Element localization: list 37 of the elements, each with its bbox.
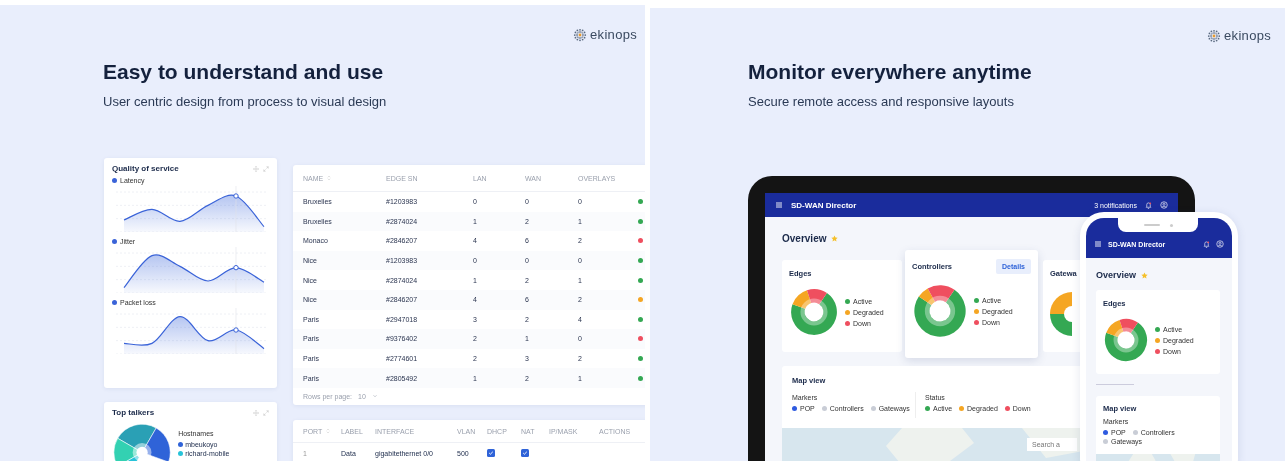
series-dot [112, 239, 117, 244]
card-title: Top talkers [112, 408, 155, 417]
starburst-logo-icon [1207, 28, 1222, 43]
expand-icon [263, 165, 269, 172]
move-icon [253, 165, 259, 172]
user-icon [1160, 201, 1168, 209]
brand-logo-text: ekinops [1224, 28, 1271, 43]
page-title: Overview [1096, 270, 1137, 280]
series-dot [112, 300, 117, 305]
donut-chart-drawing [789, 287, 839, 337]
star-icon [1141, 271, 1149, 279]
headline: Easy to understand and use [103, 60, 385, 84]
move-icon [253, 409, 259, 416]
checkbox[interactable] [521, 449, 529, 457]
donut-chart-drawing [1103, 317, 1149, 363]
headline: Monitor everywhere anytime [748, 60, 1032, 84]
page-title: Overview [782, 233, 827, 244]
starburst-logo-icon [573, 27, 588, 42]
subheadline: User centric design from process to visual design [103, 94, 387, 109]
card-title: Quality of service [112, 164, 179, 173]
bell-icon [1203, 240, 1210, 248]
donut-chart-drawing [912, 283, 968, 339]
star-icon [831, 235, 839, 242]
donut-chart-drawing [1048, 290, 1072, 338]
subheadline: Secure remote access and responsive layouts [748, 94, 1015, 109]
chevron-down-icon [371, 392, 378, 399]
user-icon [1216, 240, 1224, 248]
brand-logo-text: ekinops [590, 27, 637, 42]
sort-icon [326, 175, 333, 181]
sort-icon [325, 428, 332, 434]
app-title: SD-WAN Director [791, 200, 857, 210]
menu-icon [775, 201, 783, 209]
checkbox[interactable] [487, 449, 495, 457]
bell-icon [1145, 201, 1152, 209]
menu-icon [1094, 240, 1102, 248]
series-dot [112, 178, 117, 183]
expand-icon [263, 409, 269, 416]
